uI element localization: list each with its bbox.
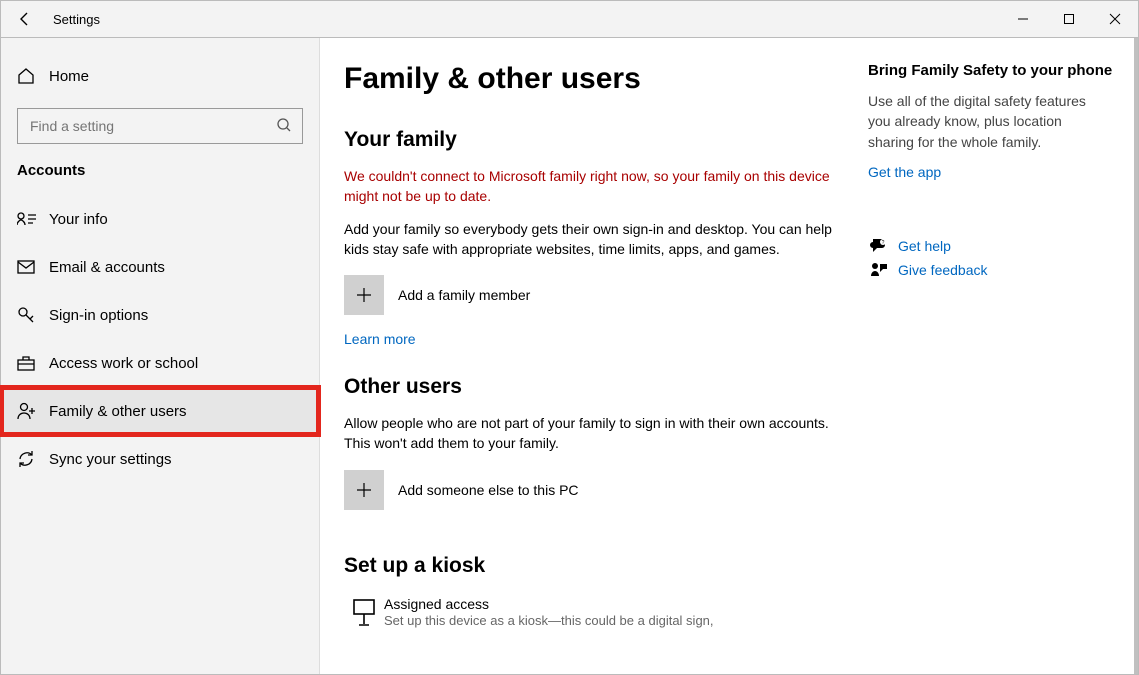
nav-label: Sign-in options (49, 307, 148, 324)
family-desc: Add your family so everybody gets their … (344, 219, 844, 260)
plus-button[interactable] (344, 470, 384, 510)
home-icon (17, 67, 41, 85)
settings-window: Settings Home Acco (0, 0, 1139, 675)
search-box[interactable] (17, 108, 303, 144)
assigned-access-title: Assigned access (384, 596, 714, 612)
sidebar: Home Accounts Your info Email & accounts (1, 38, 320, 674)
titlebar: Settings (1, 1, 1138, 38)
feedback-label: Give feedback (898, 262, 988, 278)
add-other-label: Add someone else to this PC (398, 482, 579, 498)
get-help-link[interactable]: ? Get help (868, 238, 1118, 254)
key-icon (17, 306, 41, 324)
close-button[interactable] (1092, 1, 1138, 37)
home-label: Home (49, 68, 89, 85)
plus-icon (355, 481, 373, 499)
plus-icon (355, 286, 373, 304)
maximize-button[interactable] (1046, 1, 1092, 37)
page-title: Family & other users (344, 62, 844, 96)
briefcase-icon (17, 355, 41, 371)
svg-text:?: ? (882, 240, 885, 246)
kiosk-heading: Set up a kiosk (344, 554, 844, 578)
nav-label: Sync your settings (49, 451, 172, 468)
arrow-left-icon (17, 11, 33, 27)
assigned-access-row[interactable]: Assigned access Set up this device as a … (344, 596, 844, 628)
sidebar-item-family-other-users[interactable]: Family & other users (1, 387, 319, 435)
category-heading: Accounts (17, 162, 303, 179)
promo-title: Bring Family Safety to your phone (868, 62, 1118, 79)
main-area: Family & other users Your family We coul… (320, 38, 1138, 674)
family-error-text: We couldn't connect to Microsoft family … (344, 166, 844, 207)
close-icon (1109, 13, 1121, 25)
get-the-app-link[interactable]: Get the app (868, 164, 941, 180)
sidebar-item-your-info[interactable]: Your info (1, 195, 319, 243)
assigned-access-desc: Set up this device as a kiosk—this could… (384, 613, 714, 628)
sync-icon (17, 450, 41, 468)
learn-more-link[interactable]: Learn more (344, 331, 416, 347)
feedback-icon (868, 262, 890, 278)
person-card-icon (17, 211, 41, 227)
add-other-user[interactable]: Add someone else to this PC (344, 470, 844, 510)
sidebar-item-signin-options[interactable]: Sign-in options (1, 291, 319, 339)
maximize-icon (1063, 13, 1075, 25)
other-users-heading: Other users (344, 375, 844, 399)
right-rail: Bring Family Safety to your phone Use al… (868, 62, 1138, 674)
content-pane: Family & other users Your family We coul… (344, 62, 868, 674)
kiosk-icon (344, 596, 384, 626)
window-title: Settings (53, 12, 100, 27)
back-button[interactable] (9, 11, 41, 27)
home-nav[interactable]: Home (1, 56, 319, 96)
help-label: Get help (898, 238, 951, 254)
family-heading: Your family (344, 128, 844, 152)
add-family-label: Add a family member (398, 287, 530, 303)
scrollbar[interactable] (1134, 38, 1138, 674)
minimize-button[interactable] (1000, 1, 1046, 37)
search-icon (276, 117, 292, 136)
chat-help-icon: ? (868, 238, 890, 254)
nav-label: Email & accounts (49, 259, 165, 276)
nav-label: Family & other users (49, 403, 187, 420)
mail-icon (17, 260, 41, 274)
plus-button[interactable] (344, 275, 384, 315)
people-plus-icon (17, 402, 41, 420)
other-users-desc: Allow people who are not part of your fa… (344, 413, 844, 454)
search-input[interactable] (28, 117, 276, 135)
sidebar-item-work-school[interactable]: Access work or school (1, 339, 319, 387)
sidebar-item-sync-settings[interactable]: Sync your settings (1, 435, 319, 483)
minimize-icon (1017, 13, 1029, 25)
nav-label: Access work or school (49, 355, 198, 372)
nav-list: Your info Email & accounts Sign-in optio… (1, 195, 319, 483)
sidebar-item-email-accounts[interactable]: Email & accounts (1, 243, 319, 291)
add-family-member[interactable]: Add a family member (344, 275, 844, 315)
nav-label: Your info (49, 211, 108, 228)
promo-body: Use all of the digital safety features y… (868, 91, 1098, 152)
give-feedback-link[interactable]: Give feedback (868, 262, 1118, 278)
